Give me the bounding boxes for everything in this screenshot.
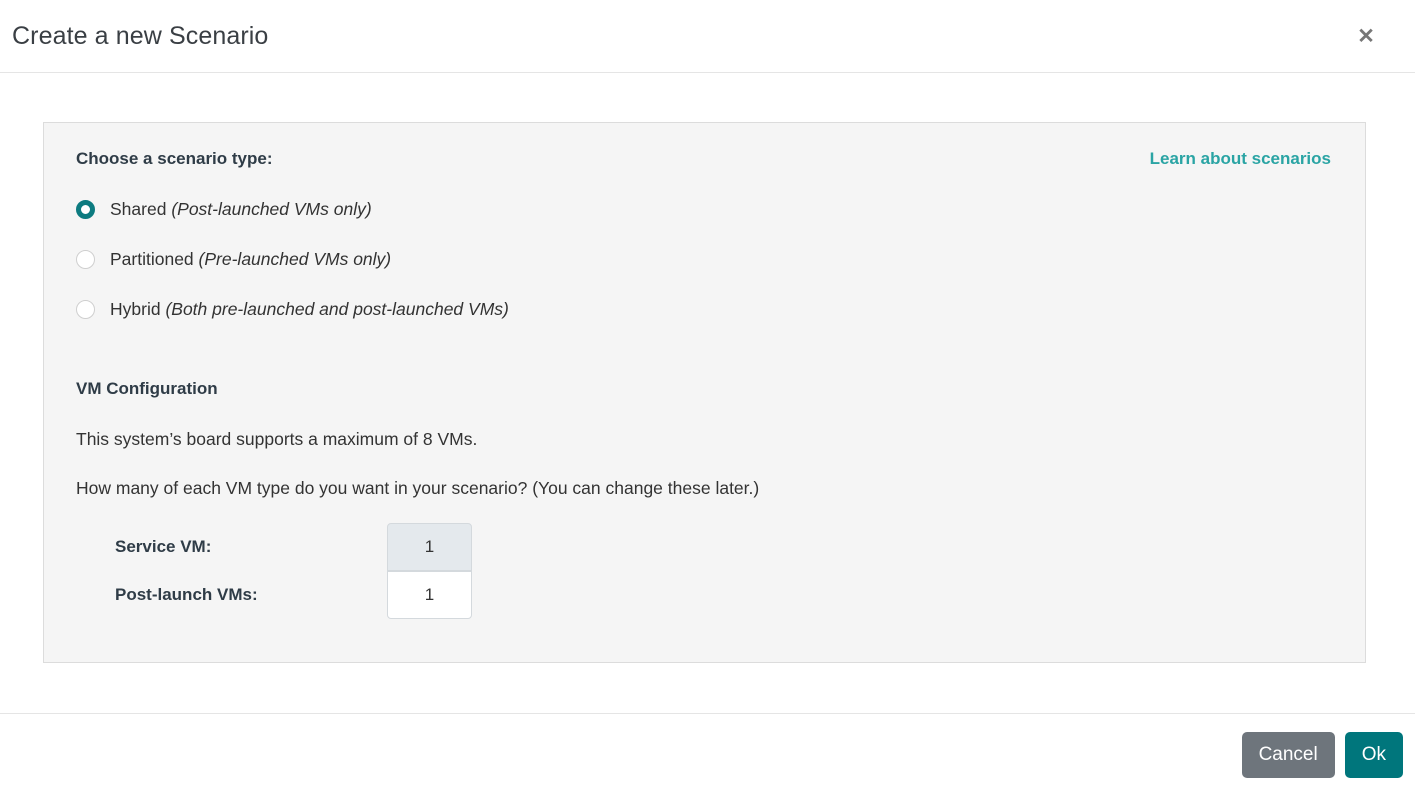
service-vm-label: Service VM: <box>115 537 212 557</box>
post-launch-vms-input[interactable] <box>387 570 472 619</box>
dialog-footer: Cancel Ok <box>0 713 1415 795</box>
scenario-config-panel: Choose a scenario type: Learn about scen… <box>43 122 1366 663</box>
cancel-button[interactable]: Cancel <box>1241 731 1335 778</box>
scenario-type-label: Choose a scenario type: <box>76 149 273 168</box>
radio-icon-shared[interactable] <box>76 199 95 219</box>
create-scenario-dialog: Create a new Scenario ✕ Choose a scenari… <box>0 0 1415 795</box>
radio-option-hybrid[interactable]: Hybrid (Both pre-launched and post-launc… <box>76 295 1333 323</box>
radio-name-partitioned: Partitioned <box>110 248 194 269</box>
close-icon[interactable]: ✕ <box>1351 21 1381 51</box>
radio-icon-hybrid[interactable] <box>76 299 95 319</box>
ok-button[interactable]: Ok <box>1344 731 1403 778</box>
post-launch-vms-label: Post-launch VMs: <box>115 585 258 605</box>
service-vm-input <box>387 522 472 571</box>
radio-option-partitioned[interactable]: Partitioned (Pre-launched VMs only) <box>76 245 1333 273</box>
scenario-type-header: Choose a scenario type: Learn about scen… <box>76 149 1333 169</box>
learn-about-scenarios-link[interactable]: Learn about scenarios <box>1150 149 1333 169</box>
dialog-header: Create a new Scenario ✕ <box>0 0 1415 73</box>
radio-name-shared: Shared <box>110 198 167 219</box>
vm-configuration-title: VM Configuration <box>76 379 218 399</box>
vm-max-note: This system’s board supports a maximum o… <box>76 428 478 449</box>
radio-icon-partitioned[interactable] <box>76 249 95 269</box>
vm-count-question: How many of each VM type do you want in … <box>76 477 760 498</box>
radio-option-shared[interactable]: Shared (Post-launched VMs only) <box>76 195 1333 223</box>
post-launch-vms-row: Post-launch VMs: <box>115 570 1333 619</box>
radio-label-hybrid: Hybrid (Both pre-launched and post-launc… <box>110 298 509 319</box>
radio-label-shared: Shared (Post-launched VMs only) <box>110 198 372 219</box>
radio-label-partitioned: Partitioned (Pre-launched VMs only) <box>110 248 392 269</box>
vm-configuration-section: VM Configuration This system’s board sup… <box>76 379 1333 619</box>
scenario-type-radio-group: Shared (Post-launched VMs only) Partitio… <box>76 195 1333 323</box>
dialog-body: Choose a scenario type: Learn about scen… <box>0 73 1415 713</box>
page-title: Create a new Scenario <box>12 21 269 50</box>
radio-hint-partitioned: (Pre-launched VMs only) <box>198 248 392 269</box>
radio-name-hybrid: Hybrid <box>110 298 161 319</box>
radio-hint-shared: (Post-launched VMs only) <box>171 198 372 219</box>
service-vm-row: Service VM: <box>115 522 1333 571</box>
radio-hint-hybrid: (Both pre-launched and post-launched VMs… <box>165 298 509 319</box>
vm-count-fields: Service VM: Post-launch VMs: <box>76 522 1333 619</box>
